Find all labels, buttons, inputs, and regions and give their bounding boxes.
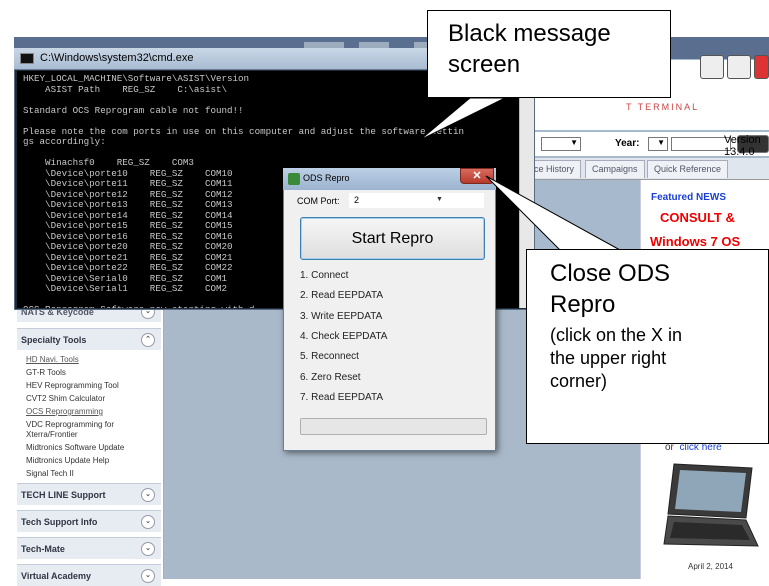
callout-black-screen-text: Black message screen xyxy=(448,20,611,78)
callout-close-ods-title: Close ODS Repro xyxy=(550,260,671,318)
callout-close-ods-sub: (click on the X in the upper right corne… xyxy=(550,325,683,391)
